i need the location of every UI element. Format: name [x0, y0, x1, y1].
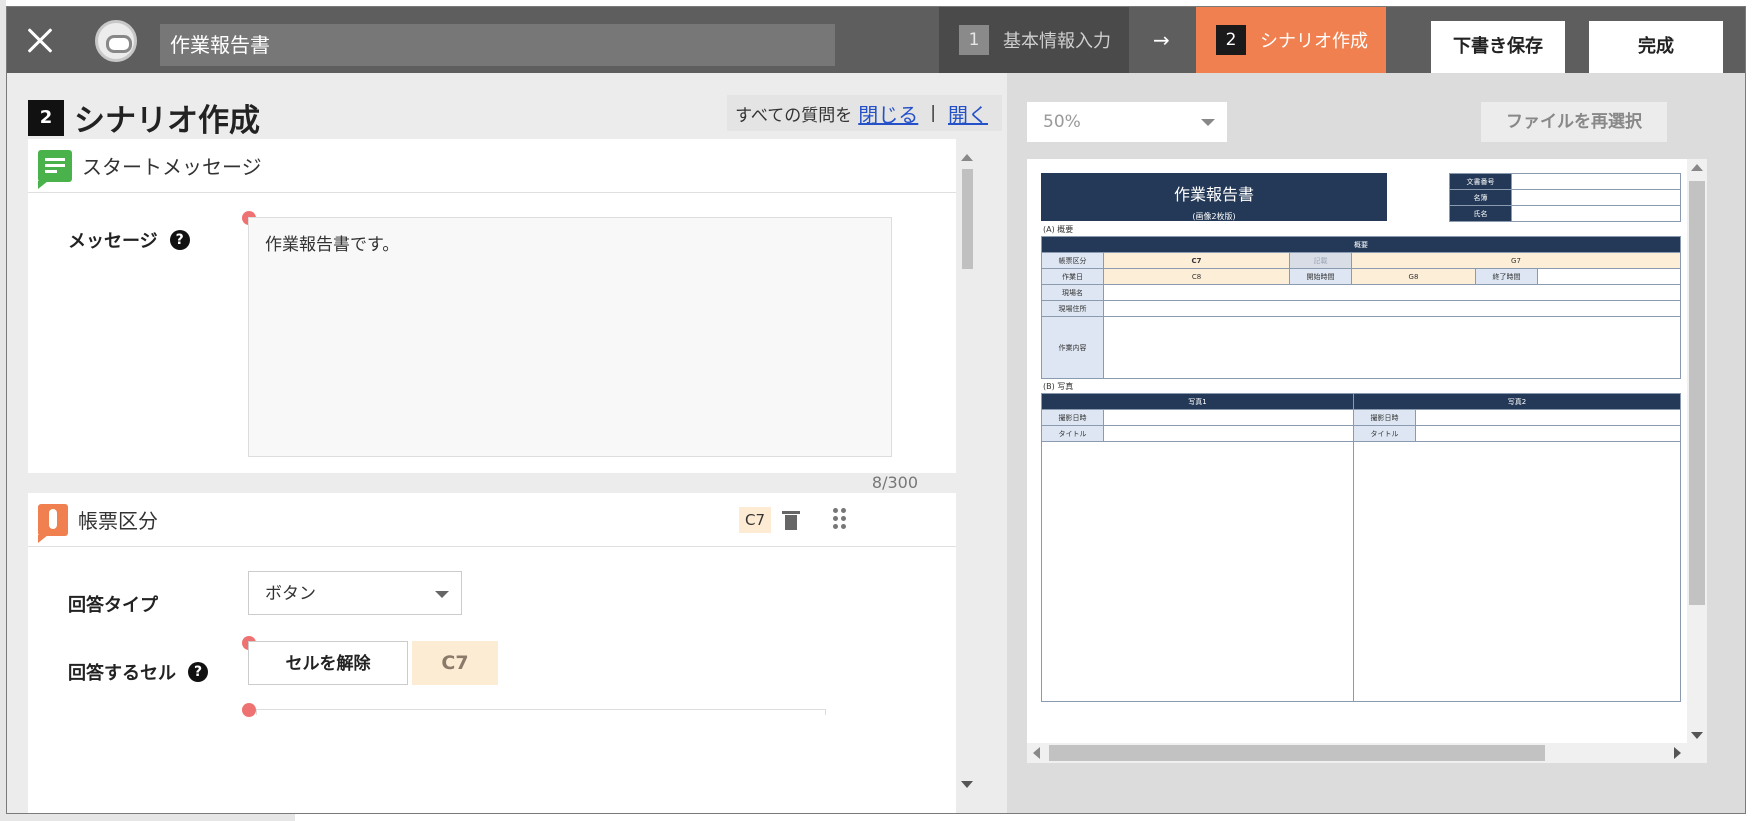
cell-g7: G7 — [1351, 252, 1681, 269]
zoom-select[interactable]: 50% — [1027, 102, 1227, 142]
complete-button[interactable]: 完成 — [1589, 21, 1723, 73]
cell-c8: C8 — [1103, 268, 1290, 285]
card-header[interactable]: スタートメッセージ — [28, 139, 956, 193]
cell-label: 撮影日時 — [1041, 409, 1104, 426]
card-title: スタートメッセージ — [82, 155, 262, 179]
background-strip-bottom — [0, 814, 295, 821]
toggle-prefix: すべての質問を — [735, 105, 853, 126]
collapse-all-link[interactable]: 閉じる — [858, 99, 918, 128]
message-label-text: メッセージ — [68, 231, 158, 252]
cell-label: 帳票区分 — [1041, 252, 1104, 269]
scroll-thumb[interactable] — [1689, 181, 1705, 605]
scenario-editor-pane: 2 シナリオ作成 すべての質問を 閉じる | 開く スタートメッセージ メッセー… — [7, 73, 1007, 813]
drag-handle-icon[interactable] — [833, 508, 847, 530]
cell-label: 現場住所 — [1041, 300, 1104, 317]
cell-g8: G8 — [1351, 268, 1476, 285]
section-b-caption: (B) 写真 — [1043, 382, 1074, 391]
photo1-bar: 写真1 — [1041, 393, 1354, 410]
overview-table: 概要 帳票区分 C7 記載 G7 作業日 C8 開始時間 G8 終了時間 現場名… — [1041, 236, 1681, 379]
start-message-card: スタートメッセージ メッセージ ? 作業報告書です。 8/300 — [28, 139, 956, 492]
expand-all-link[interactable]: 開く — [948, 99, 988, 128]
step-number: 1 — [959, 25, 989, 55]
cell-label: 撮影日時 — [1353, 409, 1416, 426]
cell-badge: C7 — [739, 507, 771, 533]
release-cell-button[interactable]: セルを解除 — [248, 641, 408, 685]
sheet-preview[interactable]: 作業報告書 (画像2枚版) 文書番号 名簿 氏名 (A) 概要 概要 帳票区分 … — [1027, 159, 1707, 763]
step-label: 基本情報入力 — [1003, 31, 1111, 52]
card-header[interactable]: 帳票区分 C7 — [28, 493, 956, 547]
message-textarea[interactable]: 作業報告書です。 — [248, 217, 892, 457]
app-logo-icon — [95, 20, 137, 62]
scroll-up-icon[interactable] — [1691, 164, 1703, 171]
left-scrollbar[interactable] — [957, 151, 975, 791]
answer-type-label: 回答タイプ — [68, 595, 158, 616]
step-scenario[interactable]: 2 シナリオ作成 — [1196, 7, 1386, 73]
scroll-left-icon[interactable] — [1033, 747, 1040, 759]
answer-type-select[interactable]: ボタン — [248, 571, 462, 615]
scroll-down-icon[interactable] — [961, 781, 973, 788]
scroll-down-icon[interactable] — [1691, 732, 1703, 739]
section-number: 2 — [28, 99, 64, 136]
cell-label: 開始時間 — [1289, 268, 1352, 285]
section-title: シナリオ作成 — [74, 103, 260, 139]
preview-pane: 50% ファイルを再選択 作業報告書 (画像2枚版) 文書番号 名簿 氏名 (A… — [1007, 73, 1745, 813]
trash-icon[interactable] — [782, 509, 800, 531]
cell-label: タイトル — [1353, 425, 1416, 442]
roster-label: 名簿 — [1449, 189, 1512, 206]
arrow-right-icon: → — [1153, 28, 1170, 52]
sheet-subtitle: (画像2枚版) — [1192, 212, 1236, 221]
cell-label: タイトル — [1041, 425, 1104, 442]
toggle-separator: | — [930, 103, 936, 123]
cell-label: 現場名 — [1041, 284, 1104, 301]
scroll-right-icon[interactable] — [1674, 747, 1681, 759]
form-type-card: 帳票区分 C7 回答タイプ ボタン 回答するセル ? セルを解除 C7 — [28, 493, 956, 813]
message-label: メッセージ ? — [68, 227, 190, 253]
doc-number-label: 文書番号 — [1449, 173, 1512, 190]
scroll-thumb[interactable] — [962, 169, 973, 269]
cell-label: 終了時間 — [1475, 268, 1538, 285]
photo2-bar: 写真2 — [1353, 393, 1681, 410]
step-number: 2 — [1216, 25, 1246, 55]
answer-type-value: ボタン — [265, 584, 316, 604]
answer-cell-label-text: 回答するセル — [68, 663, 176, 684]
photo-table: 写真1 写真2 撮影日時 撮影日時 タイトル タイトル — [1041, 393, 1681, 702]
close-icon[interactable] — [21, 21, 59, 59]
char-counter: 8/300 — [871, 473, 918, 492]
page-title: 2 シナリオ作成 — [28, 95, 260, 140]
preview-vertical-scrollbar[interactable] — [1687, 159, 1707, 763]
next-field-edge — [256, 709, 826, 715]
scroll-thumb[interactable] — [1049, 745, 1545, 761]
doc-info-table: 文書番号 名簿 氏名 — [1449, 173, 1681, 222]
name-label: 氏名 — [1449, 205, 1512, 222]
chevron-down-icon — [435, 591, 449, 598]
card-title: 帳票区分 — [78, 509, 158, 533]
required-dot — [242, 703, 256, 717]
overview-bar: 概要 — [1041, 236, 1681, 253]
document-title-input[interactable]: 作業報告書 — [160, 24, 835, 66]
tap-icon — [38, 503, 68, 543]
top-bar: 作業報告書 1 基本情報入力 → 2 シナリオ作成 下書き保存 完成 — [7, 7, 1745, 73]
message-icon — [38, 149, 72, 189]
section-a-caption: (A) 概要 — [1043, 225, 1074, 234]
reselect-file-button[interactable]: ファイルを再選択 — [1481, 102, 1667, 142]
editor-window: 作業報告書 1 基本情報入力 → 2 シナリオ作成 下書き保存 完成 2 シナリ… — [6, 6, 1746, 814]
step-basic-info[interactable]: 1 基本情報入力 — [939, 7, 1129, 73]
preview-horizontal-scrollbar[interactable] — [1027, 743, 1687, 763]
help-icon[interactable]: ? — [188, 662, 208, 682]
cell-label: 作業内容 — [1041, 316, 1104, 379]
cell-c7: C7 — [1103, 252, 1290, 269]
sheet-title: 作業報告書 — [1173, 185, 1254, 204]
selected-cell: C7 — [412, 641, 498, 685]
cell-label: 作業日 — [1041, 268, 1104, 285]
answer-cell-label: 回答するセル ? — [68, 659, 208, 685]
save-draft-button[interactable]: 下書き保存 — [1431, 21, 1565, 73]
step-label: シナリオ作成 — [1260, 31, 1368, 52]
help-icon[interactable]: ? — [169, 230, 190, 250]
question-toggle: すべての質問を 閉じる | 開く — [727, 95, 1002, 131]
sheet-title-block: 作業報告書 (画像2枚版) — [1041, 173, 1387, 221]
chevron-down-icon — [1201, 119, 1215, 126]
scroll-up-icon[interactable] — [961, 154, 973, 161]
zoom-value: 50% — [1043, 112, 1081, 132]
cell-label: 記載 — [1289, 252, 1352, 269]
